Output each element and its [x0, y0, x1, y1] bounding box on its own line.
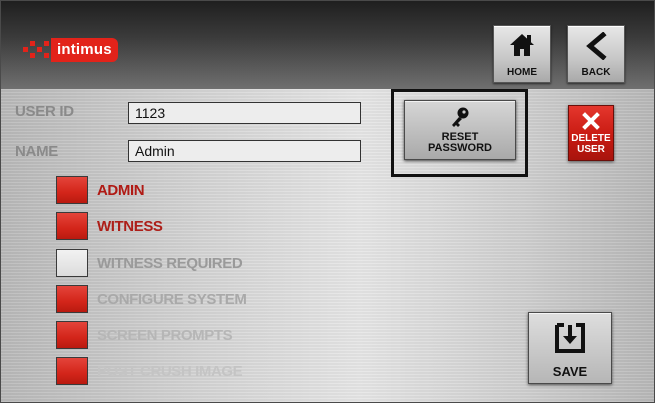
- permission-checkbox[interactable]: [56, 321, 88, 349]
- permission-checkbox[interactable]: [56, 285, 88, 313]
- save-button[interactable]: SAVE: [528, 312, 612, 384]
- home-button-label: HOME: [507, 67, 537, 78]
- key-icon: [452, 107, 469, 127]
- close-icon: [582, 112, 600, 130]
- permission-label: SCREEN PROMPTS: [97, 327, 233, 344]
- permission-label: WITNESS: [97, 218, 163, 235]
- delete-user-button[interactable]: DELETE USER: [568, 105, 614, 161]
- name-field[interactable]: Admin: [128, 140, 361, 162]
- intimus-logo: intimus: [21, 37, 118, 63]
- home-button[interactable]: HOME: [493, 25, 551, 83]
- permission-checkbox[interactable]: [56, 357, 88, 385]
- logo-text: intimus: [51, 38, 118, 62]
- permission-checkbox[interactable]: [56, 249, 88, 277]
- save-button-label: SAVE: [552, 364, 588, 379]
- user-id-field[interactable]: 1123: [128, 102, 361, 124]
- delete-user-label: DELETE USER: [571, 133, 611, 155]
- home-icon: [510, 34, 534, 56]
- permission-checkbox[interactable]: [56, 176, 88, 204]
- name-label: NAME: [15, 143, 58, 160]
- permission-label: CONFIGURE SYSTEM: [97, 291, 247, 308]
- permission-checkbox[interactable]: [56, 212, 88, 240]
- save-icon: [555, 323, 585, 353]
- back-button-label: BACK: [581, 67, 611, 78]
- permission-label: ADMIN: [97, 182, 145, 199]
- back-arrow-icon: [586, 32, 607, 60]
- user-id-label: USER ID: [15, 103, 74, 120]
- logo-dots-icon: [21, 37, 51, 63]
- permission-label: WITNESS REQUIRED: [97, 255, 243, 272]
- permission-label: POST CRUSH IMAGE: [97, 363, 243, 380]
- reset-password-button[interactable]: RESET PASSWORD: [404, 100, 516, 160]
- header-bar: intimus HOME BACK: [1, 1, 654, 89]
- app-screen: intimus HOME BACK USER ID 1123 NAME Admi…: [0, 0, 655, 403]
- reset-password-label: RESET PASSWORD: [428, 131, 492, 154]
- back-button[interactable]: BACK: [567, 25, 625, 83]
